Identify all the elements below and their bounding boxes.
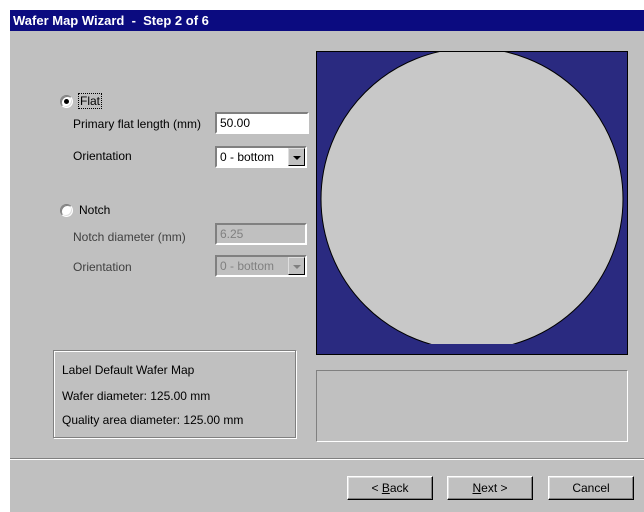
wafer-info-box: Label Default Wafer Map Wafer diameter: … [53,350,296,438]
flat-orientation-select[interactable]: 0 - bottom [215,146,307,168]
wafer-diameter-text: Wafer diameter: 125.00 mm [62,389,211,403]
chevron-down-icon[interactable] [288,148,305,166]
wafer-preview [316,51,628,355]
notch-diameter-input[interactable]: 6.25 [215,223,307,245]
wizard-window: Wafer Map Wizard - Step 2 of 6 Flat Prim… [10,10,644,512]
chevron-down-icon[interactable] [288,257,305,275]
back-mnemonic: B [381,481,390,495]
cancel-button[interactable]: Cancel [548,476,634,500]
flat-radio[interactable] [60,94,73,108]
flat-length-label: Primary flat length (mm) [73,117,202,131]
notch-diameter-label: Notch diameter (mm) [73,230,186,244]
flat-option[interactable]: Flat [60,93,103,109]
back-rest: ack [389,481,409,495]
back-prefix: < [371,481,382,495]
flat-length-input[interactable]: 50.00 [215,112,309,134]
flat-radio-label[interactable]: Flat [77,93,103,109]
notch-radio-label[interactable]: Notch [79,203,110,217]
next-button[interactable]: Next > [447,476,533,500]
wafer-shape [320,52,624,344]
title-bar: Wafer Map Wizard - Step 2 of 6 [10,10,644,31]
next-mnemonic: N [472,481,482,495]
separator [10,458,644,460]
next-rest: ext > [481,481,508,495]
back-button[interactable]: < Back [347,476,433,500]
notch-radio[interactable] [60,203,73,217]
notch-orientation-select[interactable]: 0 - bottom [215,255,307,277]
description-panel [316,370,628,442]
wafer-preview-svg [320,52,624,344]
notch-orientation-value: 0 - bottom [220,259,275,273]
quality-area-text: Quality area diameter: 125.00 mm [62,413,244,427]
flat-orientation-value: 0 - bottom [220,150,275,164]
flat-orientation-label: Orientation [73,149,132,163]
wafer-label-text: Label Default Wafer Map [62,363,195,377]
notch-option[interactable]: Notch [60,203,110,217]
notch-orientation-label: Orientation [73,260,132,274]
